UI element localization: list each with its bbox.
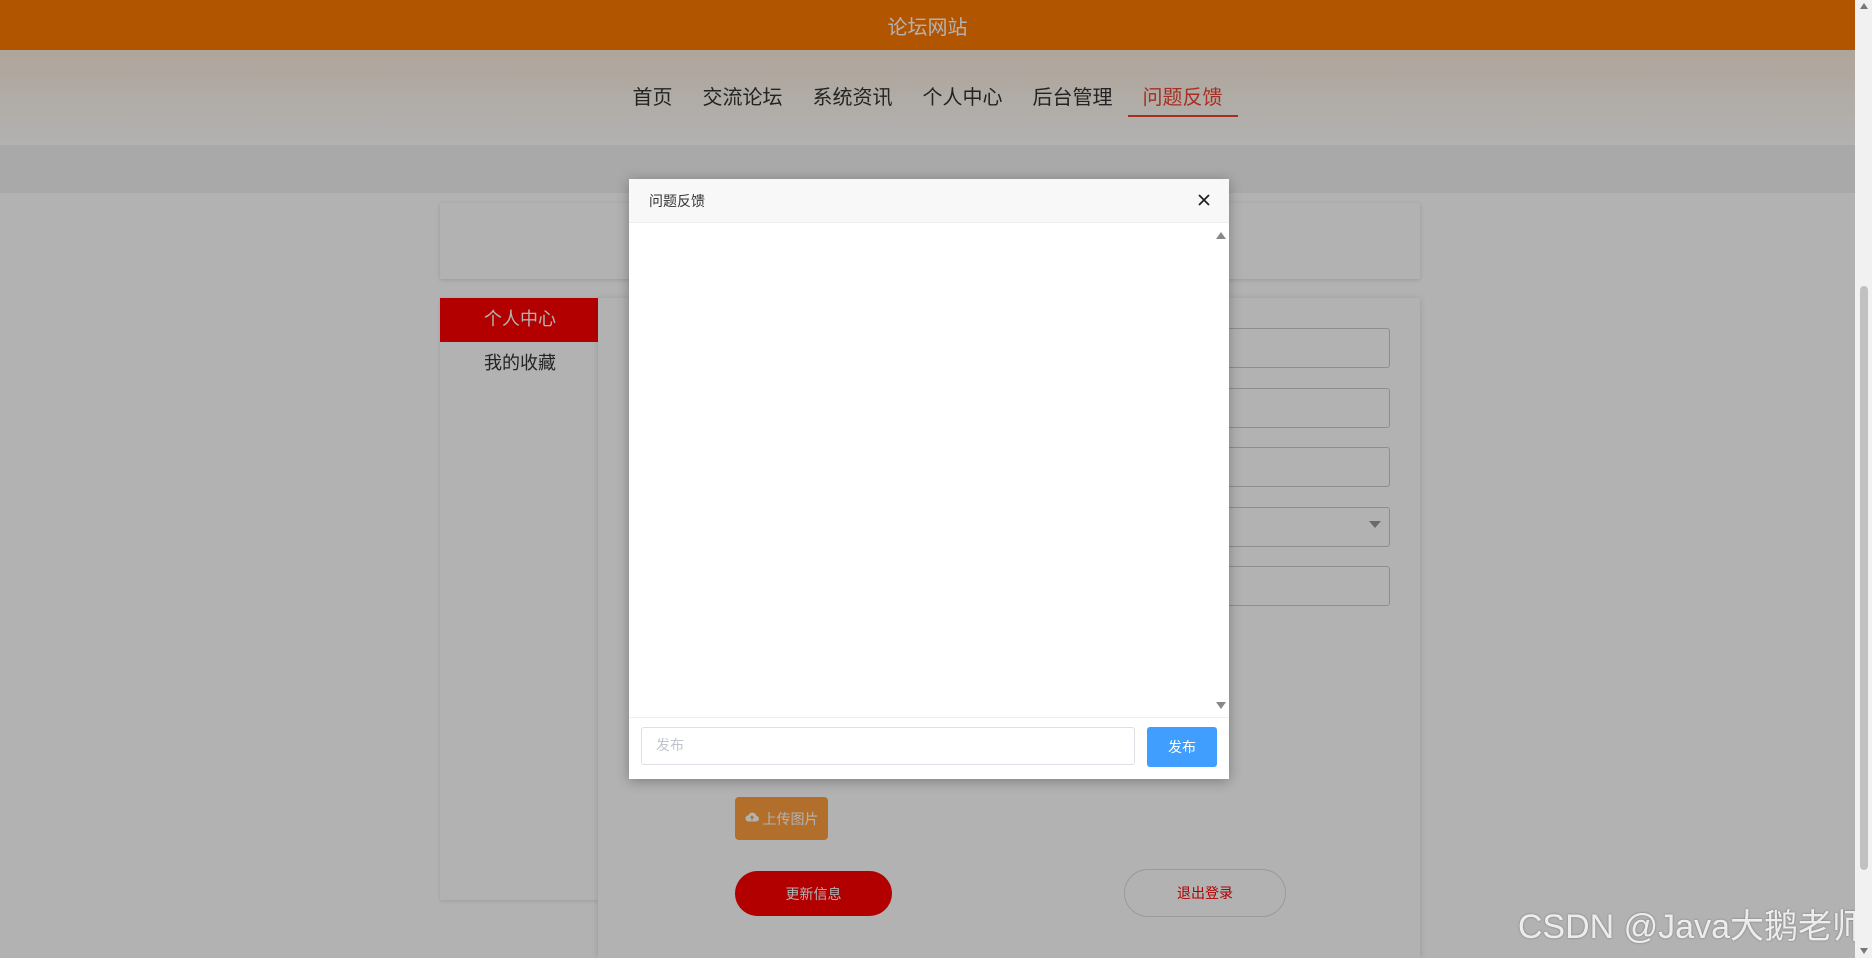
feedback-dialog: 问题反馈 发布 [629,179,1229,779]
dialog-footer: 发布 [629,717,1229,780]
close-icon[interactable] [1195,191,1213,209]
scroll-up-arrow-icon[interactable] [1216,232,1226,239]
dialog-title: 问题反馈 [649,193,705,210]
feedback-input[interactable] [641,727,1135,765]
page-scrollbar[interactable] [1855,0,1872,958]
publish-button[interactable]: 发布 [1147,727,1217,767]
scrollbar-thumb[interactable] [1860,286,1868,870]
scroll-up-arrow-icon[interactable] [1860,3,1868,9]
scroll-down-arrow-icon[interactable] [1216,702,1226,709]
scroll-down-arrow-icon[interactable] [1860,948,1868,954]
dialog-header: 问题反馈 [629,179,1229,223]
watermark: CSDN @Java大鹅老师 [1517,908,1866,946]
chat-message-area[interactable] [629,223,1229,716]
